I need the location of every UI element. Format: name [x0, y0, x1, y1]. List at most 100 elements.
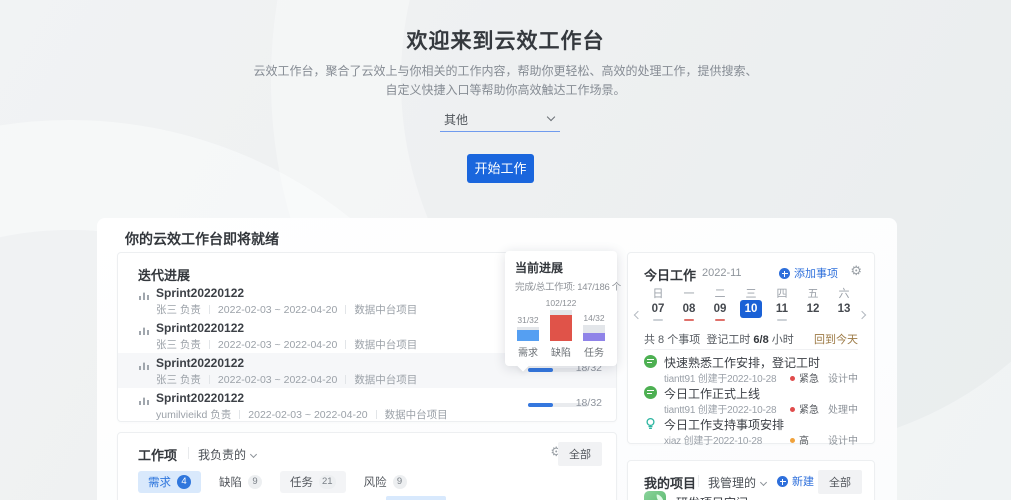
tab-defects[interactable]: 缺陷 9 [209, 471, 272, 493]
plus-circle-icon [777, 476, 788, 487]
date-cell[interactable]: 09 [708, 300, 732, 321]
progress-label: 18/32 [575, 397, 602, 409]
my-projects-card: 我的项目 我管理的 新建 全部 研发项目空间 [627, 460, 875, 500]
date-mark [777, 319, 787, 321]
sprint-meta: yumilvieikd 负责 2022-02-03 ~ 2022-04-20 数据中… [156, 409, 448, 421]
today-work-card: 今日工作 2022-11 添加事项 ⚙ 日一二三四五六 07 08 09 10 … [627, 252, 875, 447]
card-title: 工作项 [138, 448, 178, 463]
sprint-meta: 张三 负责 2022-02-03 ~ 2022-04-20 数据中台项目 [156, 304, 418, 316]
calendar-weekdays: 日一二三四五六 [652, 288, 850, 300]
tab-count-badge: 9 [248, 475, 262, 489]
welcome-description: 自定义快捷入口等帮助你高效触达工作场景。 [385, 83, 626, 97]
status-label: 设计中 [828, 436, 858, 447]
category-select-value: 其他 [444, 113, 469, 127]
date-cell-selected[interactable]: 10 [739, 300, 763, 321]
date-cell[interactable]: 12 [801, 300, 825, 321]
tab-risks[interactable]: 风险 9 [354, 471, 417, 493]
sprint-name[interactable]: Sprint20220122 [156, 286, 244, 300]
date-mark [839, 319, 849, 321]
work-items-filter-dropdown[interactable]: 我负责的 [198, 446, 258, 463]
today-summary: 共 8 个事项 登记工时 6/8 小时 [644, 334, 794, 346]
date-cell[interactable]: 11 [770, 300, 794, 321]
today-item-meta: tiantt91 创建于2022-10-28 [664, 405, 777, 416]
add-item-button[interactable]: 添加事项 [779, 265, 838, 281]
sprint-icon [138, 394, 150, 412]
date-mark [653, 319, 663, 321]
task-icon [644, 355, 657, 368]
calendar-next-button[interactable] [857, 305, 867, 320]
today-item[interactable]: 今日工作正式上线 tiantt91 创建于2022-10-28 紧急 处理中 [628, 385, 874, 416]
date-cell[interactable]: 08 [677, 300, 701, 321]
date-mark [715, 319, 725, 321]
today-item[interactable]: 今日工作支持事项安排 xiaz 创建于2022-10-28 高 设计中 [628, 416, 874, 447]
today-item-title[interactable]: 今日工作正式上线 [664, 385, 760, 402]
tab-count-badge: 4 [177, 475, 191, 489]
today-item[interactable]: 快速熟悉工作安排，登记工时 tiantt91 创建于2022-10-28 紧急 … [628, 354, 874, 385]
sprint-meta: 张三 负责 2022-02-03 ~ 2022-04-20 数据中台项目 [156, 374, 418, 386]
tab-count-badge: 9 [392, 475, 407, 489]
priority-dot [790, 438, 795, 443]
new-project-button[interactable]: 新建 [777, 473, 814, 489]
task-icon [644, 386, 657, 399]
plus-circle-icon [779, 268, 790, 279]
chevron-down-icon [546, 112, 556, 122]
status-label: 设计中 [828, 374, 858, 385]
back-to-today-link[interactable]: 回到今天 [814, 331, 858, 347]
tab-count-badge: 21 [319, 475, 336, 489]
chart-bar-requirements: 31/32 需求 [517, 315, 539, 359]
project-name: 研发项目空间 [676, 494, 748, 500]
tab-requirements[interactable]: 需求 4 [138, 471, 201, 493]
date-mark [746, 319, 756, 321]
priority-dot [790, 407, 795, 412]
work-items-all-button[interactable]: 全部 [558, 442, 602, 466]
today-item-meta: xiaz 创建于2022-10-28 [664, 436, 763, 447]
chevron-down-icon [759, 478, 768, 487]
popover-summary: 完成/总工作项: 147/186 个 [515, 282, 621, 293]
workbench-preview-panel: 你的云效工作台即将就绪 迭代进展 Sprint20220122 张三 负责 202… [97, 218, 897, 500]
category-select[interactable]: 其他 [440, 108, 560, 132]
chart-bar-defects: 102/122 缺陷 [545, 298, 577, 359]
today-item-title[interactable]: 今日工作支持事项安排 [664, 416, 784, 433]
project-row[interactable]: 研发项目空间 [644, 491, 748, 500]
sprint-name[interactable]: Sprint20220122 [156, 321, 244, 335]
sprint-name[interactable]: Sprint20220122 [156, 356, 244, 370]
date-mark [808, 319, 818, 321]
today-item-meta: tiantt91 创建于2022-10-28 [664, 374, 777, 385]
work-items-tabs: 需求 4 缺陷 9 任务 21 风险 9 [138, 471, 417, 493]
priority-label: 紧急 [790, 401, 819, 416]
current-progress-popover: 当前进展 完成/总工作项: 147/186 个 31/32 需求 102/122… [505, 251, 621, 372]
priority-label: 紧急 [790, 370, 819, 385]
iteration-row[interactable]: Sprint20220122 yumilvieikd 负责 2022-02-03 … [118, 388, 616, 423]
date-cell[interactable]: 07 [646, 300, 670, 321]
calendar-prev-button[interactable] [633, 305, 643, 320]
gear-icon[interactable]: ⚙ [850, 264, 862, 277]
priority-label: 高 [790, 432, 809, 447]
divider [644, 349, 858, 350]
card-title: 迭代进展 [138, 268, 191, 283]
lightbulb-icon [644, 417, 657, 435]
chart-bar-tasks: 14/32 任务 [583, 313, 605, 359]
popover-title: 当前进展 [515, 261, 564, 275]
sprint-icon [138, 359, 150, 377]
card-title: 今日工作 [644, 268, 697, 283]
sprint-name[interactable]: Sprint20220122 [156, 391, 244, 405]
calendar-month-label: 2022-11 [702, 267, 742, 279]
today-item-title[interactable]: 快速熟悉工作安排，登记工时 [664, 354, 820, 371]
date-mark [684, 319, 694, 321]
sprint-icon [138, 289, 150, 307]
status-dropdown[interactable]: 待处理 [386, 496, 446, 500]
date-cell[interactable]: 13 [832, 300, 856, 321]
card-title: 我的项目 [644, 476, 697, 491]
projects-all-button[interactable]: 全部 [818, 470, 862, 494]
start-work-button[interactable]: 开始工作 [467, 154, 534, 183]
page-title: 欢迎来到云效工作台 [406, 30, 605, 53]
project-avatar [644, 491, 666, 500]
projects-filter-dropdown[interactable]: 我管理的 [708, 474, 768, 491]
work-items-card: 工作项 我负责的 ⚙ 全部 需求4 缺陷9 任务21 风险9 工作台支持每日工作… [117, 432, 617, 500]
panel-title: 你的云效工作台即将就绪 [125, 231, 279, 247]
tab-tasks[interactable]: 任务 21 [280, 471, 346, 493]
priority-dot [790, 376, 795, 381]
welcome-description: 云效工作台，聚合了云效上与你相关的工作内容，帮助你更轻松、高效的处理工作，提供搜… [253, 64, 758, 78]
sprint-icon [138, 324, 150, 342]
workbench-page: 欢迎来到云效工作台 云效工作台，聚合了云效上与你相关的工作内容，帮助你更轻松、高… [0, 0, 1011, 500]
